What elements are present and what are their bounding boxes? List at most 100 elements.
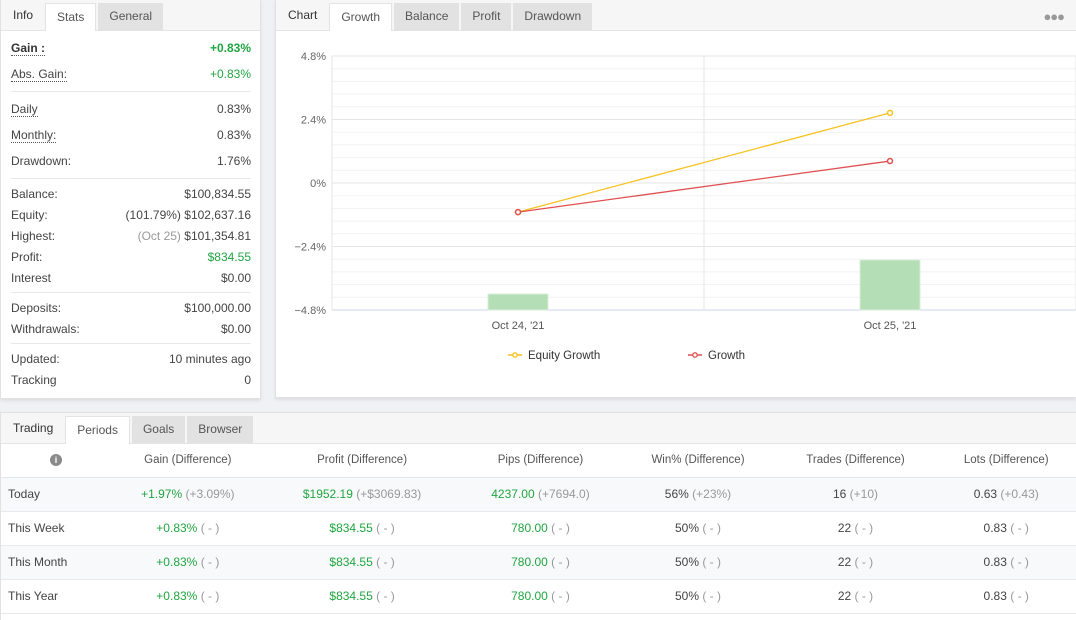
cell-profit: $834.55 ( - )	[264, 579, 460, 614]
stat-value: $834.55	[208, 250, 251, 264]
tab-info[interactable]: Info	[1, 0, 45, 30]
stat-value: +0.83%	[210, 67, 251, 81]
stats-list: Gain : +0.83% Abs. Gain: +0.83% Daily 0.83% Mo…	[1, 35, 260, 390]
column-header[interactable]: Lots (Difference)	[936, 444, 1076, 478]
periods-table: i Gain (Difference) Profit (Difference) …	[1, 444, 1076, 614]
stat-label: Tracking	[11, 373, 57, 387]
stat-label: Gain :	[11, 41, 46, 56]
pips-value: 780.00	[511, 555, 548, 569]
divider	[11, 343, 251, 344]
tab-browser[interactable]: Browser	[187, 416, 254, 443]
stat-label-text: Deposits:	[11, 300, 62, 315]
legend-item[interactable]: Equity Growth	[508, 350, 600, 362]
tab-growth[interactable]: Growth	[329, 3, 393, 31]
ellipsis-icon[interactable]: ●●●	[1043, 9, 1065, 24]
cell-win: 50% ( - )	[621, 545, 775, 580]
stat-row: Interest $0.00	[11, 267, 251, 288]
stat-row: Withdrawals: $0.00	[11, 318, 251, 339]
stat-row: Balance: $100,834.55	[11, 183, 251, 204]
tab-drawdown[interactable]: Drawdown	[513, 3, 593, 30]
stat-value-text: $100,000.00	[184, 300, 251, 315]
pips-value: 780.00	[511, 589, 548, 603]
tab-periods[interactable]: Periods	[65, 416, 130, 444]
stat-label: Balance:	[11, 187, 58, 201]
info-header: i	[1, 444, 111, 478]
lots-value: 0.83	[983, 555, 1007, 569]
volume-bar	[487, 293, 549, 311]
legend-item[interactable]: Growth	[688, 350, 745, 362]
stat-label: Deposits:	[11, 301, 61, 315]
profit-value: $834.55	[329, 521, 373, 535]
growth-chart: 4.8% 2.4% 0% −2.4% −4.8% Oct 24, '21 Oct 25, '…	[295, 51, 1076, 362]
pips-value: 4237.00	[491, 487, 535, 501]
cell-trades: 16 (+10)	[774, 477, 937, 512]
trades-value: 16	[832, 487, 847, 501]
stat-label: Updated:	[11, 352, 60, 366]
equity-growth-point	[886, 109, 894, 117]
cell-trades: 22 ( - )	[774, 579, 937, 614]
stat-label-text[interactable]: Monthly:	[11, 128, 57, 143]
info-icon[interactable]: i	[50, 454, 62, 467]
stat-value: 0.83%	[217, 128, 251, 142]
stat-value-text: 0.83%	[216, 128, 251, 142]
x-tick-label: Oct 25, '21	[864, 320, 917, 332]
table-row: This Month +0.83% ( - ) $834.55 ( - ) 780.0…	[1, 545, 1076, 580]
y-tick-label: 4.8%	[301, 51, 326, 63]
cell-win: 56% (+23%)	[621, 477, 775, 512]
cell-win: 50% ( - )	[621, 579, 775, 614]
stat-value-text: 10 minutes ago	[168, 351, 251, 366]
stat-value: 10 minutes ago	[169, 352, 251, 366]
profit-value: $834.55	[329, 555, 373, 569]
stat-label-text: Balance:	[11, 186, 58, 201]
win-value: 50%	[674, 521, 699, 535]
stats-panel: Info Stats General Gain : +0.83% Abs. Gain…	[0, 0, 261, 399]
profit-value: $834.55	[329, 589, 373, 603]
growth-point	[886, 157, 894, 165]
gain-difference: ( - )	[200, 589, 220, 603]
win-difference: ( - )	[702, 589, 721, 603]
y-tick-label: −4.8%	[295, 305, 327, 317]
gain-value: +0.83%	[156, 555, 198, 569]
column-header[interactable]: Trades (Difference)	[774, 444, 937, 478]
period-label: This Year	[1, 579, 111, 614]
column-header[interactable]: Win% (Difference)	[621, 444, 775, 478]
stat-row: Daily 0.83%	[11, 96, 251, 122]
stat-value-prefix: (Oct 25)	[137, 228, 181, 243]
gain-value: +0.83%	[156, 521, 198, 535]
tab-stats[interactable]: Stats	[45, 3, 97, 31]
table-row: This Week +0.83% ( - ) $834.55 ( - ) 780.00…	[1, 511, 1076, 546]
profit-difference: (+$3069.83)	[356, 487, 422, 501]
trades-value: 22	[837, 555, 852, 569]
cell-lots: 0.83 ( - )	[936, 579, 1076, 614]
tab-goals[interactable]: Goals	[131, 416, 186, 443]
cell-lots: 0.83 ( - )	[936, 545, 1076, 580]
stat-value-text: $0.00	[220, 270, 251, 285]
stat-row: Updated: 10 minutes ago	[11, 348, 251, 369]
legend-label: Equity Growth	[528, 350, 600, 362]
chart-panel: Chart Growth Balance Profit Drawdown ●●●…	[275, 0, 1076, 398]
stat-value: (Oct 25) $101,354.81	[138, 229, 251, 243]
volume-bar	[859, 259, 921, 311]
column-header[interactable]: Gain (Difference)	[111, 444, 265, 478]
cell-trades: 22 ( - )	[774, 545, 937, 580]
lots-difference: ( - )	[1010, 555, 1029, 569]
stat-value-text: 0	[244, 372, 251, 387]
tab-trading[interactable]: Trading	[1, 412, 65, 443]
period-label: This Month	[1, 545, 111, 580]
legend-marker-icon	[512, 352, 518, 358]
gain-value: +0.83%	[156, 589, 198, 603]
tab-profit[interactable]: Profit	[461, 3, 512, 30]
tab-general[interactable]: General	[98, 3, 164, 30]
legend-marker-icon	[692, 352, 698, 358]
column-header[interactable]: Pips (Difference)	[459, 444, 622, 478]
divider	[11, 178, 251, 179]
win-difference: ( - )	[702, 555, 721, 569]
tab-balance[interactable]: Balance	[394, 3, 460, 30]
profit-value: $1952.19	[302, 487, 353, 501]
column-header[interactable]: Profit (Difference)	[264, 444, 460, 478]
growth-point	[514, 208, 522, 216]
stat-value: 0.83%	[217, 102, 251, 116]
stat-label-text[interactable]: Daily	[11, 102, 38, 117]
stat-label-text[interactable]: Gain :	[11, 41, 46, 56]
stat-label-text[interactable]: Abs. Gain:	[11, 67, 68, 82]
